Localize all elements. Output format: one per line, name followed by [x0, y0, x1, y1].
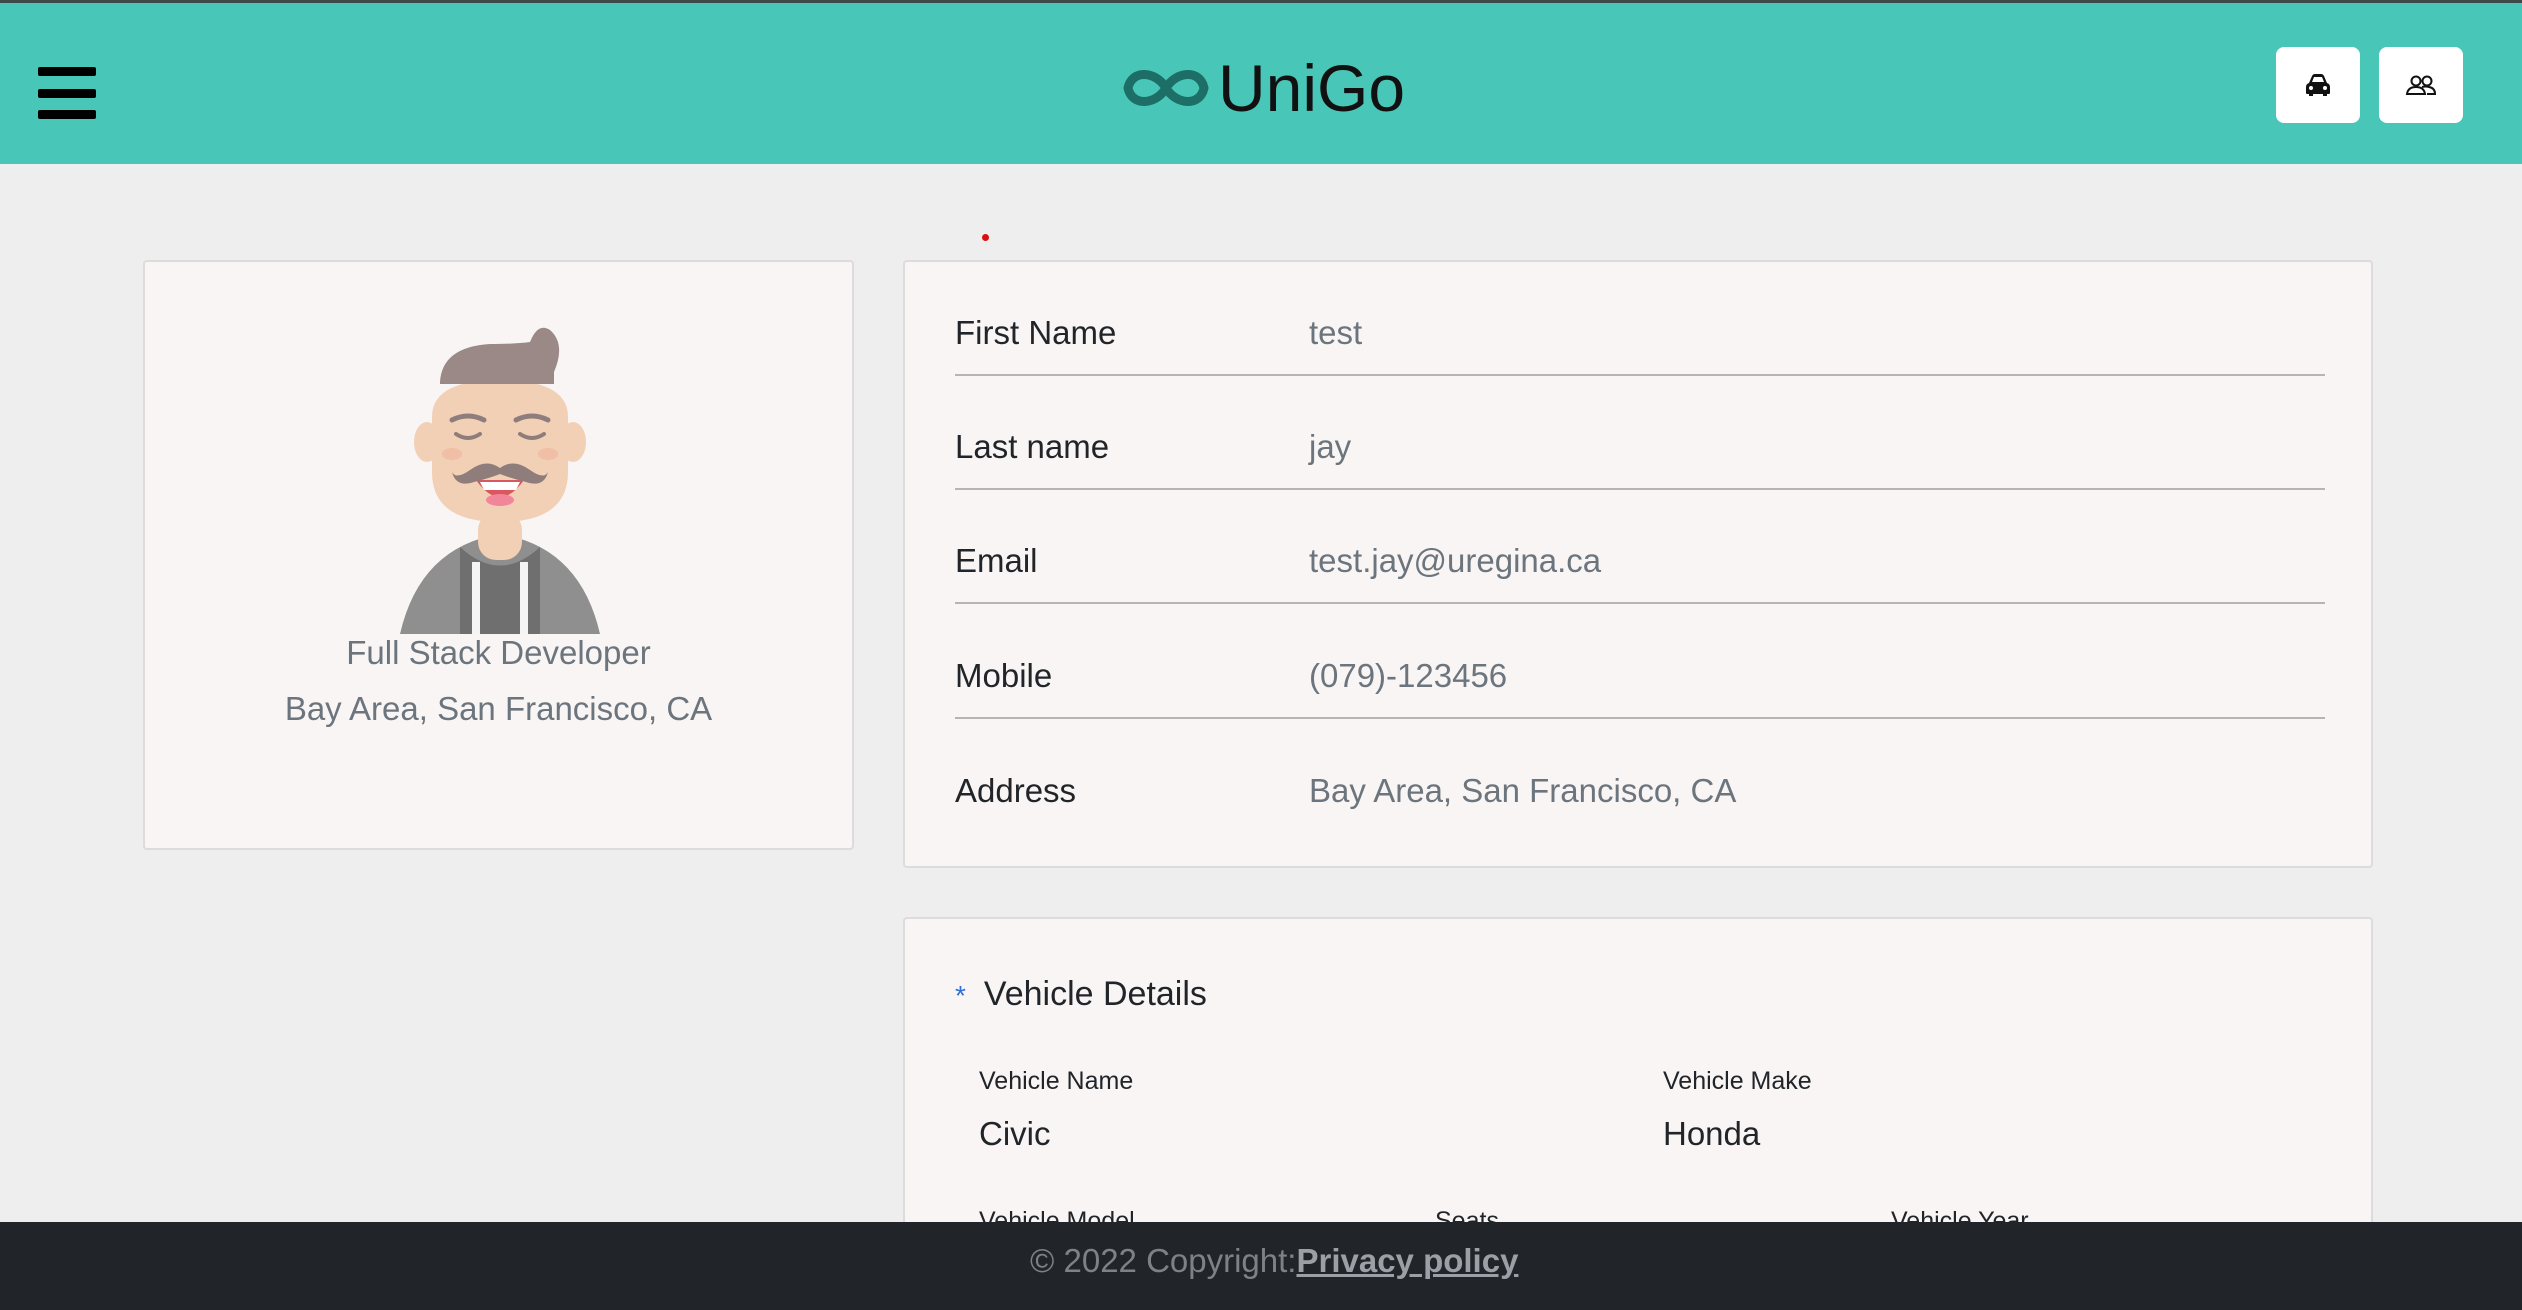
profile-location: Bay Area, San Francisco, CA [284, 690, 713, 727]
vehicle-make-label: Vehicle Make [1663, 1067, 1812, 1095]
people-button[interactable] [2379, 47, 2463, 123]
personal-info-card: First Name test Last name jay Email test… [903, 260, 2373, 868]
info-value: test [1309, 314, 1363, 351]
info-row-address: Address Bay Area, San Francisco, CA [955, 720, 2325, 834]
divider [955, 717, 2325, 719]
brand-logo[interactable]: UniGo [1118, 43, 1405, 133]
avatar [400, 327, 600, 634]
profile-role: Full Stack Developer [346, 634, 651, 671]
vehicle-details-title: * Vehicle Details [955, 975, 1207, 1014]
infinity-icon [1123, 70, 1209, 106]
vehicle-details-heading: Vehicle Details [983, 975, 1207, 1013]
info-value: test.jay@uregina.ca [1309, 542, 1602, 579]
vehicle-make-value: Honda [1663, 1115, 1761, 1152]
info-label: Mobile [955, 657, 1053, 694]
red-dot [982, 234, 989, 241]
info-label: Address [955, 772, 1077, 809]
navbar: UniGo [0, 3, 2522, 164]
info-row-mobile: Mobile (079)-123456 [955, 605, 2325, 719]
info-row-first-name: First Name test [955, 262, 2325, 376]
info-value: (079)-123456 [1309, 657, 1508, 694]
copyright-text: © 2022 Copyright: [1030, 1242, 1297, 1279]
divider [955, 602, 2325, 604]
footer-text: © 2022 Copyright: Privacy policy [1030, 1242, 1518, 1280]
car-button[interactable] [2276, 47, 2360, 123]
info-label: Last name [955, 428, 1110, 465]
info-label: Email [955, 542, 1038, 579]
profile-card: Full Stack Developer Bay Area, San Franc… [143, 260, 854, 850]
vehicle-name-label: Vehicle Name [979, 1067, 1134, 1095]
vehicle-name-value: Civic [979, 1115, 1051, 1152]
hamburger-menu-icon[interactable] [38, 67, 96, 119]
brand-name: UniGo [1218, 51, 1406, 125]
info-label: First Name [955, 314, 1117, 351]
info-value: Bay Area, San Francisco, CA [1309, 772, 1737, 809]
info-row-last-name: Last name jay [955, 376, 2325, 490]
info-value: jay [1309, 428, 1352, 465]
privacy-policy-link[interactable]: Privacy policy [1296, 1242, 1518, 1280]
required-asterisk: * [955, 980, 966, 1011]
people-icon [2405, 75, 2437, 95]
car-icon [2306, 74, 2330, 96]
info-row-email: Email test.jay@uregina.ca [955, 490, 2325, 604]
footer: © 2022 Copyright: Privacy policy [0, 1222, 2522, 1310]
